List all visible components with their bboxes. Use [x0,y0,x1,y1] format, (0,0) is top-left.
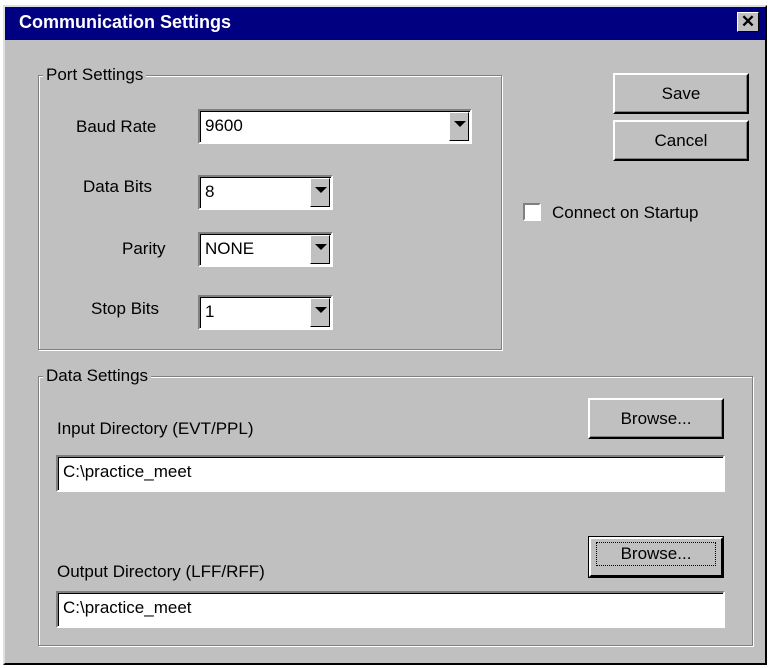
chevron-down-icon[interactable] [449,112,469,141]
connect-on-startup-checkbox[interactable] [523,203,541,221]
close-button[interactable]: ✕ [737,12,759,32]
input-directory-label: Input Directory (EVT/PPL) [57,419,254,438]
output-browse-label: Browse... [596,542,716,566]
baud-rate-select[interactable]: 9600 [198,109,472,144]
parity-label: Parity [122,239,166,258]
input-browse-label: Browse... [620,409,692,428]
data-settings-legend: Data Settings [43,366,152,386]
data-bits-select[interactable]: 8 [198,175,333,210]
data-bits-value: 8 [205,182,215,201]
communication-settings-dialog: Communication Settings ✕ Port Settings B… [3,5,767,665]
input-browse-button[interactable]: Browse... [588,398,724,439]
input-directory-field[interactable]: C:\practice_meet [56,455,725,492]
dialog-title: Communication Settings [19,12,232,32]
output-directory-label: Output Directory (LFF/RFF) [57,562,265,581]
chevron-down-icon[interactable] [310,178,330,207]
output-directory-field[interactable]: C:\practice_meet [56,591,725,628]
input-directory-value: C:\practice_meet [63,462,192,481]
output-browse-button[interactable]: Browse... [588,536,724,578]
connect-on-startup-label[interactable]: Connect on Startup [552,203,698,223]
stop-bits-select[interactable]: 1 [198,295,333,330]
stop-bits-value: 1 [205,302,215,321]
stop-bits-label: Stop Bits [91,299,160,318]
chevron-down-icon[interactable] [310,235,330,264]
baud-rate-label: Baud Rate [76,117,157,136]
cancel-button[interactable]: Cancel [613,120,749,161]
output-directory-value: C:\practice_meet [63,598,192,617]
title-bar[interactable]: Communication Settings ✕ [5,7,765,40]
cancel-button-label: Cancel [654,131,708,150]
baud-rate-value: 9600 [205,116,243,135]
parity-value: NONE [205,239,255,258]
chevron-down-icon[interactable] [310,298,330,327]
close-icon: ✕ [740,12,756,31]
port-settings-legend: Port Settings [43,65,147,85]
save-button-label: Save [661,84,701,103]
save-button[interactable]: Save [613,73,749,114]
parity-select[interactable]: NONE [198,232,333,267]
data-bits-label: Data Bits [83,177,152,196]
